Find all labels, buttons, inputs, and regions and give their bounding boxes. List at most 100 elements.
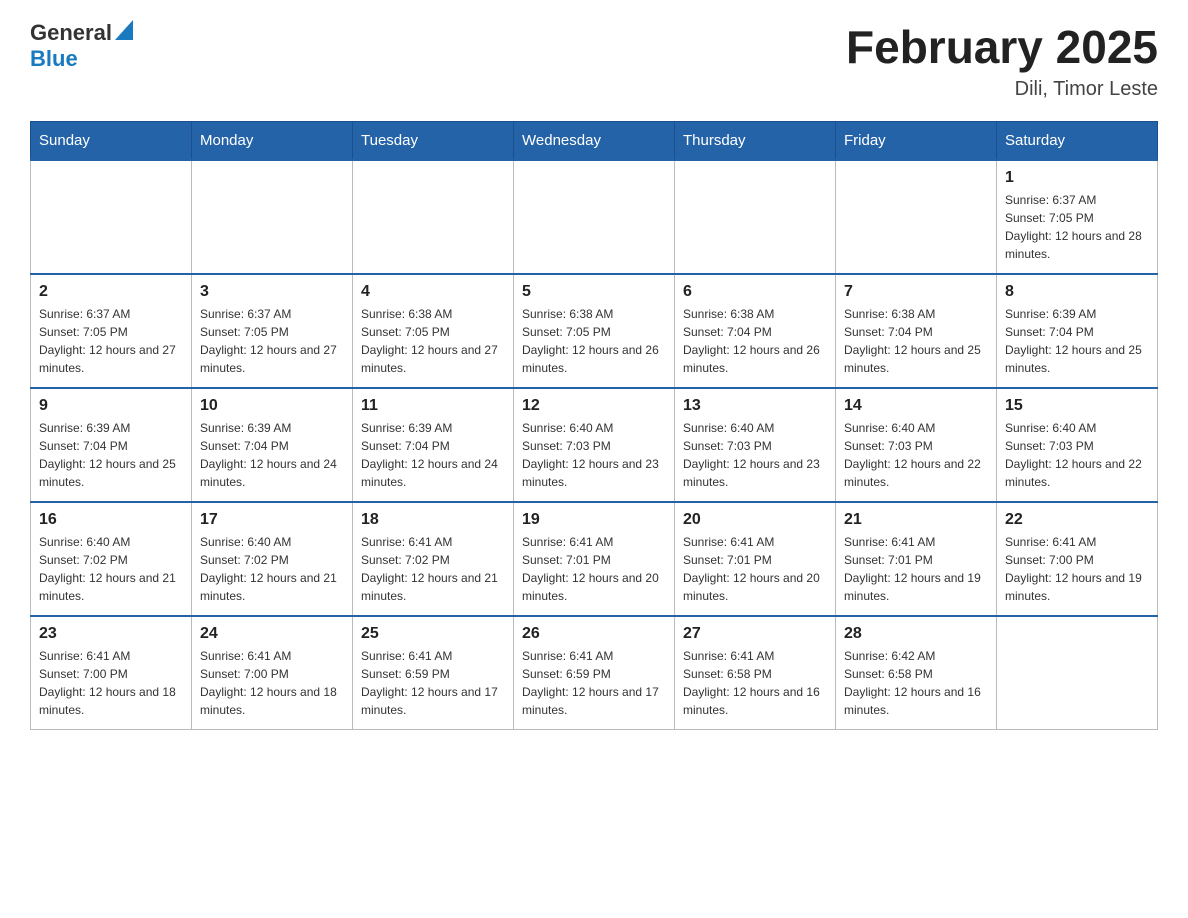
day-info: Sunrise: 6:38 AMSunset: 7:05 PMDaylight:… xyxy=(361,305,505,377)
day-info: Sunrise: 6:37 AMSunset: 7:05 PMDaylight:… xyxy=(200,305,344,377)
table-row: 16 Sunrise: 6:40 AMSunset: 7:02 PMDayligh… xyxy=(31,502,192,616)
table-row: 4 Sunrise: 6:38 AMSunset: 7:05 PMDaylight… xyxy=(353,274,514,388)
table-row xyxy=(353,160,514,274)
day-number: 19 xyxy=(522,511,666,529)
table-row: 8Sunrise: 6:39 AMSunset: 7:04 PMDaylight… xyxy=(997,274,1158,388)
day-info: Sunrise: 6:41 AMSunset: 7:01 PMDaylight:… xyxy=(844,533,988,605)
table-row: 18 Sunrise: 6:41 AMSunset: 7:02 PMDayligh… xyxy=(353,502,514,616)
day-number: 27 xyxy=(683,625,827,643)
day-number: 1 xyxy=(1005,169,1149,187)
table-row xyxy=(836,160,997,274)
table-row xyxy=(192,160,353,274)
day-info: Sunrise: 6:39 AMSunset: 7:04 PMDaylight:… xyxy=(200,419,344,491)
day-info: Sunrise: 6:37 AMSunset: 7:05 PMDaylight:… xyxy=(39,305,183,377)
day-number: 9 xyxy=(39,397,183,415)
day-info: Sunrise: 6:38 AMSunset: 7:04 PMDaylight:… xyxy=(683,305,827,377)
day-number: 2 xyxy=(39,283,183,301)
day-info: Sunrise: 6:41 AMSunset: 7:00 PMDaylight:… xyxy=(1005,533,1149,605)
table-row: 27 Sunrise: 6:41 AMSunset: 6:58 PMDayligh… xyxy=(675,616,836,730)
table-row: 22 Sunrise: 6:41 AMSunset: 7:00 PMDayligh… xyxy=(997,502,1158,616)
location-subtitle: Dili, Timor Leste xyxy=(846,78,1158,101)
table-row: 5Sunrise: 6:38 AMSunset: 7:05 PMDaylight… xyxy=(514,274,675,388)
calendar-week-row: 9 Sunrise: 6:39 AMSunset: 7:04 PMDaylight… xyxy=(31,388,1158,502)
day-number: 16 xyxy=(39,511,183,529)
day-number: 12 xyxy=(522,397,666,415)
col-thursday: Thursday xyxy=(675,122,836,161)
day-number: 21 xyxy=(844,511,988,529)
day-info: Sunrise: 6:41 AMSunset: 7:01 PMDaylight:… xyxy=(522,533,666,605)
day-info: Sunrise: 6:40 AMSunset: 7:03 PMDaylight:… xyxy=(683,419,827,491)
day-number: 11 xyxy=(361,397,505,415)
day-number: 25 xyxy=(361,625,505,643)
page-header: General Blue February 2025 Dili, Timor L… xyxy=(30,20,1158,101)
day-number: 26 xyxy=(522,625,666,643)
calendar-week-row: 16 Sunrise: 6:40 AMSunset: 7:02 PMDayligh… xyxy=(31,502,1158,616)
logo-general: General xyxy=(30,20,112,46)
table-row: 12 Sunrise: 6:40 AMSunset: 7:03 PMDayligh… xyxy=(514,388,675,502)
table-row: 11 Sunrise: 6:39 AMSunset: 7:04 PMDayligh… xyxy=(353,388,514,502)
calendar-week-row: 23 Sunrise: 6:41 AMSunset: 7:00 PMDayligh… xyxy=(31,616,1158,730)
month-title: February 2025 xyxy=(846,20,1158,74)
calendar-header-row: Sunday Monday Tuesday Wednesday Thursday… xyxy=(31,122,1158,161)
day-number: 17 xyxy=(200,511,344,529)
col-monday: Monday xyxy=(192,122,353,161)
table-row: 3 Sunrise: 6:37 AMSunset: 7:05 PMDaylight… xyxy=(192,274,353,388)
day-info: Sunrise: 6:40 AMSunset: 7:03 PMDaylight:… xyxy=(522,419,666,491)
day-info: Sunrise: 6:40 AMSunset: 7:02 PMDaylight:… xyxy=(39,533,183,605)
table-row xyxy=(514,160,675,274)
table-row: 21 Sunrise: 6:41 AMSunset: 7:01 PMDayligh… xyxy=(836,502,997,616)
logo-arrow-icon xyxy=(115,20,133,40)
day-number: 24 xyxy=(200,625,344,643)
day-number: 14 xyxy=(844,397,988,415)
day-number: 10 xyxy=(200,397,344,415)
table-row xyxy=(675,160,836,274)
day-info: Sunrise: 6:38 AMSunset: 7:04 PMDaylight:… xyxy=(844,305,988,377)
table-row: 26 Sunrise: 6:41 AMSunset: 6:59 PMDayligh… xyxy=(514,616,675,730)
day-number: 15 xyxy=(1005,397,1149,415)
table-row xyxy=(997,616,1158,730)
day-number: 13 xyxy=(683,397,827,415)
table-row: 25Sunrise: 6:41 AMSunset: 6:59 PMDayligh… xyxy=(353,616,514,730)
title-block: February 2025 Dili, Timor Leste xyxy=(846,20,1158,101)
table-row: 9 Sunrise: 6:39 AMSunset: 7:04 PMDaylight… xyxy=(31,388,192,502)
day-info: Sunrise: 6:39 AMSunset: 7:04 PMDaylight:… xyxy=(361,419,505,491)
day-number: 3 xyxy=(200,283,344,301)
table-row xyxy=(31,160,192,274)
day-info: Sunrise: 6:39 AMSunset: 7:04 PMDaylight:… xyxy=(1005,305,1149,377)
table-row: 13 Sunrise: 6:40 AMSunset: 7:03 PMDayligh… xyxy=(675,388,836,502)
day-number: 7 xyxy=(844,283,988,301)
table-row: 14 Sunrise: 6:40 AMSunset: 7:03 PMDayligh… xyxy=(836,388,997,502)
day-number: 4 xyxy=(361,283,505,301)
day-info: Sunrise: 6:41 AMSunset: 6:58 PMDaylight:… xyxy=(683,647,827,719)
table-row: 23Sunrise: 6:41 AMSunset: 7:00 PMDayligh… xyxy=(31,616,192,730)
day-info: Sunrise: 6:41 AMSunset: 7:01 PMDaylight:… xyxy=(683,533,827,605)
day-info: Sunrise: 6:37 AMSunset: 7:05 PMDaylight:… xyxy=(1005,191,1149,263)
table-row: 17 Sunrise: 6:40 AMSunset: 7:02 PMDayligh… xyxy=(192,502,353,616)
table-row: 6 Sunrise: 6:38 AMSunset: 7:04 PMDaylight… xyxy=(675,274,836,388)
table-row: 10 Sunrise: 6:39 AMSunset: 7:04 PMDayligh… xyxy=(192,388,353,502)
day-info: Sunrise: 6:40 AMSunset: 7:03 PMDaylight:… xyxy=(844,419,988,491)
day-info: Sunrise: 6:41 AMSunset: 7:02 PMDaylight:… xyxy=(361,533,505,605)
day-number: 18 xyxy=(361,511,505,529)
table-row: 15Sunrise: 6:40 AMSunset: 7:03 PMDayligh… xyxy=(997,388,1158,502)
day-info: Sunrise: 6:40 AMSunset: 7:02 PMDaylight:… xyxy=(200,533,344,605)
table-row: 28Sunrise: 6:42 AMSunset: 6:58 PMDayligh… xyxy=(836,616,997,730)
day-info: Sunrise: 6:41 AMSunset: 7:00 PMDaylight:… xyxy=(200,647,344,719)
table-row: 20Sunrise: 6:41 AMSunset: 7:01 PMDayligh… xyxy=(675,502,836,616)
day-number: 5 xyxy=(522,283,666,301)
day-info: Sunrise: 6:39 AMSunset: 7:04 PMDaylight:… xyxy=(39,419,183,491)
col-wednesday: Wednesday xyxy=(514,122,675,161)
table-row: 1 Sunrise: 6:37 AMSunset: 7:05 PMDaylight… xyxy=(997,160,1158,274)
day-number: 22 xyxy=(1005,511,1149,529)
calendar-week-row: 2 Sunrise: 6:37 AMSunset: 7:05 PMDaylight… xyxy=(31,274,1158,388)
logo: General Blue xyxy=(30,20,133,73)
table-row: 24 Sunrise: 6:41 AMSunset: 7:00 PMDayligh… xyxy=(192,616,353,730)
table-row: 7 Sunrise: 6:38 AMSunset: 7:04 PMDaylight… xyxy=(836,274,997,388)
day-info: Sunrise: 6:41 AMSunset: 6:59 PMDaylight:… xyxy=(522,647,666,719)
table-row: 19 Sunrise: 6:41 AMSunset: 7:01 PMDayligh… xyxy=(514,502,675,616)
day-number: 23 xyxy=(39,625,183,643)
logo-blue: Blue xyxy=(30,46,78,71)
day-info: Sunrise: 6:42 AMSunset: 6:58 PMDaylight:… xyxy=(844,647,988,719)
day-number: 6 xyxy=(683,283,827,301)
calendar-week-row: 1 Sunrise: 6:37 AMSunset: 7:05 PMDaylight… xyxy=(31,160,1158,274)
